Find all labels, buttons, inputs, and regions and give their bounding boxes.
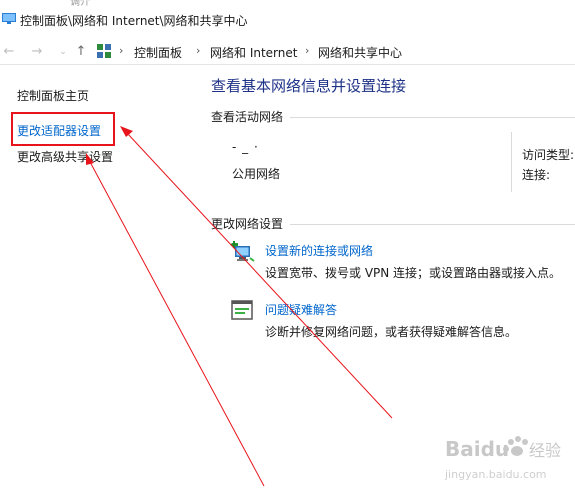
up-arrow-icon[interactable]: ↑	[72, 43, 90, 61]
tab-remnant: 调介	[70, 0, 90, 6]
network-type-link[interactable]: 公用网络	[232, 165, 280, 182]
sidebar-item-home[interactable]: 控制面板主页	[17, 87, 89, 104]
annotation-highlight-box	[11, 112, 115, 146]
access-type-label: 访问类型:	[522, 148, 575, 162]
change-settings-label: 更改网络设置	[211, 217, 284, 231]
setup-connection-link[interactable]: 设置新的连接或网络	[265, 242, 373, 259]
chevron-right-icon[interactable]: ›	[305, 44, 309, 57]
watermark-suffix: 经验	[529, 441, 561, 460]
troubleshoot-icon	[231, 300, 253, 320]
breadcrumb-sharing-center[interactable]: 网络和共享中心	[318, 44, 402, 61]
back-arrow-icon[interactable]: ←	[0, 43, 18, 61]
window-title: 控制面板\网络和 Internet\网络和共享中心	[20, 14, 248, 28]
page-title: 查看基本网络信息并设置连接	[211, 77, 407, 95]
control-panel-icon	[97, 44, 111, 58]
new-connection-icon	[231, 241, 255, 262]
address-bar: ← → ⌄ ↑ › 控制面板 › 网络和 Internet › 网络和共享中心	[0, 40, 575, 65]
troubleshoot-link[interactable]: 问题疑难解答	[265, 301, 337, 318]
annotation-arrow-line	[88, 159, 265, 487]
connections-label: 连接:	[522, 168, 551, 182]
network-name: - _ ·	[232, 140, 259, 154]
network-center-icon	[2, 13, 16, 24]
breadcrumb-control-panel[interactable]: 控制面板	[134, 44, 182, 61]
sidebar-item-advanced-sharing[interactable]: 更改高级共享设置	[17, 148, 113, 165]
active-networks-label: 查看活动网络	[211, 110, 284, 124]
troubleshoot-description: 诊断并修复网络问题，或者获得疑难解答信息。	[265, 325, 518, 339]
annotation-arrowhead	[120, 126, 133, 137]
setup-connection-description: 设置宽带、拨号或 VPN 连接；或设置路由器或接入点。	[265, 266, 562, 280]
divider	[290, 224, 575, 225]
breadcrumb-network-internet[interactable]: 网络和 Internet	[210, 44, 297, 61]
chevron-right-icon[interactable]: ›	[196, 44, 200, 57]
chevron-right-icon[interactable]: ›	[119, 44, 123, 57]
forward-arrow-icon[interactable]: →	[28, 43, 46, 61]
history-chevron-icon[interactable]: ⌄	[54, 43, 72, 61]
title-bar: 调介 控制面板\网络和 Internet\网络和共享中心	[0, 0, 575, 40]
watermark-brand: Baidu	[445, 437, 509, 461]
divider	[511, 132, 512, 192]
divider	[290, 117, 575, 118]
watermark-url: jingyan.baidu.com	[444, 468, 547, 481]
baidu-jingyan-watermark: Baidu 经验 jingyan.baidu.com	[444, 436, 561, 481]
